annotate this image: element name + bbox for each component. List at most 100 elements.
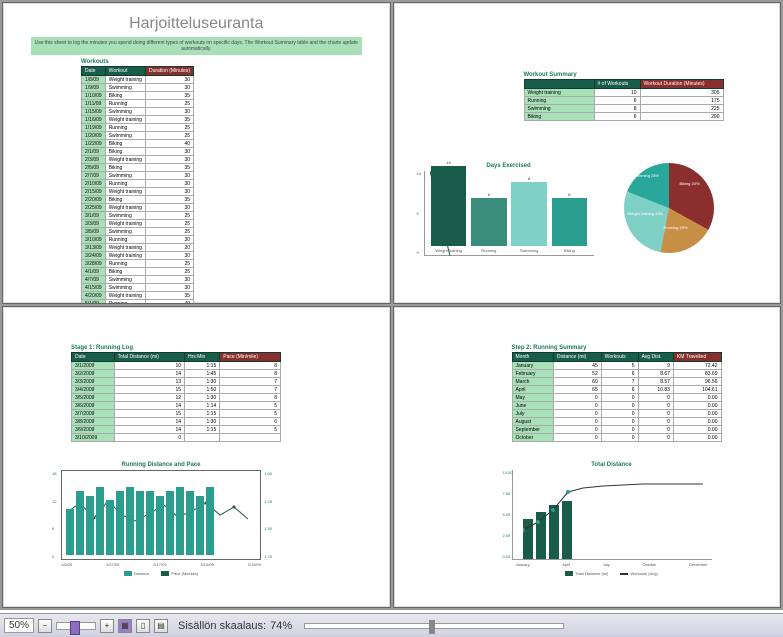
print-preview-grid: Harjoitteluseuranta Use this sheet to lo… bbox=[0, 0, 783, 610]
col-km: KM Travelled bbox=[673, 353, 721, 362]
zoom-slider[interactable] bbox=[56, 622, 96, 630]
table-row: 2/3/09Weight training30 bbox=[82, 156, 194, 164]
legend-distance: Distance bbox=[134, 571, 150, 576]
table-row: 3/10/20090 bbox=[72, 434, 281, 442]
distance-bar bbox=[206, 487, 214, 555]
table-row: 4/15/09Swimming30 bbox=[82, 284, 194, 292]
table-row: 1/9/09Swimming30 bbox=[82, 84, 194, 92]
table-row: Running6175 bbox=[524, 97, 723, 105]
table-row: Weight training10305 bbox=[524, 89, 723, 97]
status-bar: 50% − + ▦ ▯ ▤ Sisällön skaalaus: 74% bbox=[0, 613, 783, 637]
table-row: 1/8/09Weight training30 bbox=[82, 76, 194, 84]
pie-graphic: Biking 20% Running 20% Weight training 3… bbox=[624, 163, 714, 253]
zoom-in-button[interactable]: + bbox=[100, 619, 114, 633]
table-row: 3/28/09Running25 bbox=[82, 260, 194, 268]
bar-Swimming: 8Swimming bbox=[511, 176, 546, 253]
total-distance-chart: 10.007.505.002.500.00 bbox=[512, 470, 712, 560]
running-chart-title: Running Distance and Pace bbox=[61, 462, 261, 468]
table-row: 3/5/09Swimming25 bbox=[82, 228, 194, 236]
table-row: 2/10/09Running30 bbox=[82, 180, 194, 188]
table-row: 2/15/09Weight training30 bbox=[82, 188, 194, 196]
table-row: 3/7/2009151:155 bbox=[72, 410, 281, 418]
distance-bar bbox=[76, 491, 84, 555]
table-row: September0000.00 bbox=[512, 426, 721, 434]
distance-bar bbox=[96, 487, 104, 555]
table-row: 2/7/09Swimming30 bbox=[82, 172, 194, 180]
table-row: 1/10/09Biking35 bbox=[82, 92, 194, 100]
distance-bar bbox=[196, 496, 204, 555]
table-row: Swimming8225 bbox=[524, 105, 723, 113]
table-row: 2/25/09Weight training30 bbox=[82, 204, 194, 212]
table-row: 3/13/09Weight training20 bbox=[82, 244, 194, 252]
running-log-table: Date Total Distance (mi) Hrs:Min Pace (M… bbox=[71, 352, 281, 442]
table-row: 5/1/09Running40 bbox=[82, 300, 194, 305]
distance-bar bbox=[86, 496, 94, 555]
workout-pie-chart: Biking 20% Running 20% Weight training 3… bbox=[604, 163, 734, 256]
table-row: Biking6200 bbox=[524, 113, 723, 121]
table-row: 3/3/2009131:307 bbox=[72, 378, 281, 386]
col-total: Workout Duration (Minutes) bbox=[640, 80, 723, 89]
table-row: 3/9/2009141:155 bbox=[72, 426, 281, 434]
preview-page-1: Harjoitteluseuranta Use this sheet to lo… bbox=[2, 2, 391, 304]
total-distance-title: Total Distance bbox=[512, 462, 712, 468]
table-row: August0000.00 bbox=[512, 418, 721, 426]
info-banner: Use this sheet to log the minutes you sp… bbox=[31, 37, 362, 55]
running-log-heading: Stage 1: Running Log bbox=[71, 345, 382, 351]
running-summary-table: Month Distance (mi) Workouts Avg Dist. K… bbox=[512, 352, 722, 442]
zoom-out-button[interactable]: − bbox=[38, 619, 52, 633]
table-row: 2/5/09Biking35 bbox=[82, 164, 194, 172]
pie-label-wt: Biking 20% bbox=[680, 181, 700, 186]
table-row: 1/11/09Running25 bbox=[82, 100, 194, 108]
table-row: 3/6/2009141:145 bbox=[72, 402, 281, 410]
table-row: 3/24/09Weight training30 bbox=[82, 252, 194, 260]
col-date: Date bbox=[82, 67, 106, 76]
pie-label-swim: Weight training 33% bbox=[628, 211, 664, 216]
table-row: 3/2/2009141:458 bbox=[72, 370, 281, 378]
table-row: June0000.00 bbox=[512, 402, 721, 410]
cumulative-curve bbox=[523, 480, 703, 540]
x-axis-dates: 1/6/091/27/092/17/093/10/093/19/09 bbox=[61, 562, 261, 567]
table-row: 3/5/2009121:308 bbox=[72, 394, 281, 402]
col-dist: Distance (mi) bbox=[553, 353, 601, 362]
col-count: # of Workouts bbox=[594, 80, 640, 89]
preview-page-3: Stage 1: Running Log Date Total Distance… bbox=[2, 306, 391, 608]
view-layout-icon[interactable]: ▤ bbox=[154, 619, 168, 633]
col-workout: Workout bbox=[105, 67, 145, 76]
distance-bar bbox=[176, 487, 184, 555]
y-axis: 10.007.505.002.500.00 bbox=[503, 470, 513, 559]
legend-total: Total Distance (mi) bbox=[575, 571, 608, 576]
trend-line bbox=[430, 171, 450, 256]
y-axis: 1050 bbox=[417, 171, 421, 255]
preview-page-4: Step 2: Running Summary Month Distance (… bbox=[393, 306, 782, 608]
document-title: Harjoitteluseuranta bbox=[11, 15, 382, 33]
table-row: 4/7/09Swimming30 bbox=[82, 276, 194, 284]
running-summary-heading: Step 2: Running Summary bbox=[512, 345, 773, 351]
view-page-icon[interactable]: ▯ bbox=[136, 619, 150, 633]
workouts-heading: Workouts bbox=[81, 59, 382, 65]
legend-avg: Workouts (Avg) bbox=[630, 571, 657, 576]
left-y-axis: 181260 bbox=[52, 471, 56, 559]
distance-bar bbox=[156, 496, 164, 555]
bar-Running: 6Running bbox=[471, 192, 506, 253]
legend-pace: Pace (Minutes) bbox=[171, 571, 198, 576]
table-row: 2/1/09Biking30 bbox=[82, 148, 194, 156]
table-row: 1/20/09Swimming25 bbox=[82, 132, 194, 140]
distance-bar bbox=[166, 491, 174, 555]
view-normal-icon[interactable]: ▦ bbox=[118, 619, 132, 633]
zoom-percentage[interactable]: 50% bbox=[4, 618, 34, 633]
table-row: 3/10/09Running30 bbox=[82, 236, 194, 244]
table-row: April65610.83104.61 bbox=[512, 386, 721, 394]
col-dist: Total Distance (mi) bbox=[114, 353, 184, 362]
distance-bar bbox=[186, 491, 194, 555]
table-row: 1/19/09Running25 bbox=[82, 124, 194, 132]
content-scale-slider[interactable] bbox=[304, 623, 564, 629]
col-duration: Duration (Minutes) bbox=[145, 67, 193, 76]
table-row: October0000.00 bbox=[512, 434, 721, 442]
preview-page-2: Workout Summary # of Workouts Workout Du… bbox=[393, 2, 782, 304]
table-row: 1/15/09Swimming30 bbox=[82, 108, 194, 116]
distance-bar bbox=[126, 487, 134, 555]
table-row: 3/8/2009141:306 bbox=[72, 418, 281, 426]
distance-bar bbox=[66, 509, 74, 555]
total-legend: Total Distance (mi) Workouts (Avg) bbox=[512, 571, 712, 576]
running-distance-pace-chart: 181260 1.001.251.501.75 bbox=[61, 470, 261, 560]
